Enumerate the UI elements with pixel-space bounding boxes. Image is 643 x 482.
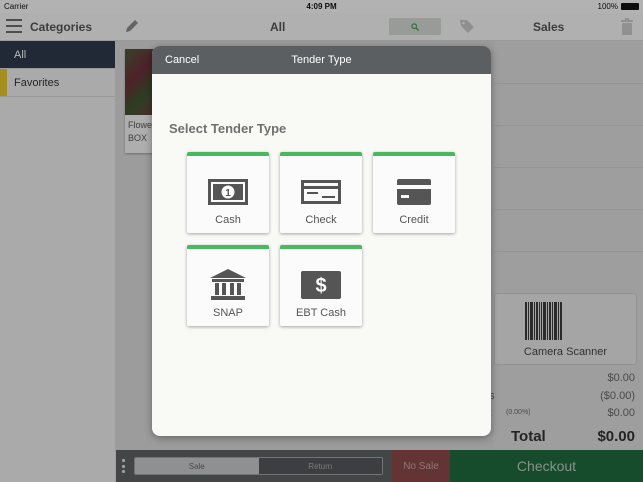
cash-icon: 1 — [208, 179, 248, 205]
tender-type-dialog: Cancel Tender Type Select Tender Type 1 … — [152, 46, 491, 436]
dollar-card-icon: $ — [301, 271, 341, 299]
svg-text:$: $ — [315, 275, 326, 297]
tender-label: Cash — [215, 214, 241, 226]
tender-ebt-cash-button[interactable]: $ EBT Cash — [280, 245, 362, 326]
tender-credit-button[interactable]: Credit — [373, 152, 455, 233]
svg-text:1: 1 — [225, 188, 231, 199]
tender-label: Credit — [399, 214, 429, 226]
dialog-header: Cancel Tender Type — [152, 46, 491, 74]
tender-label: Check — [305, 214, 337, 226]
bank-icon — [210, 269, 246, 300]
credit-card-icon — [397, 179, 431, 205]
tender-label: EBT Cash — [296, 307, 346, 319]
tender-label: SNAP — [213, 307, 243, 319]
dialog-subtitle: Select Tender Type — [169, 121, 287, 136]
tender-check-button[interactable]: Check — [280, 152, 362, 233]
tender-cash-button[interactable]: 1 Cash — [187, 152, 269, 233]
tender-snap-button[interactable]: SNAP — [187, 245, 269, 326]
check-icon — [301, 180, 341, 204]
dialog-title: Tender Type — [291, 54, 352, 66]
